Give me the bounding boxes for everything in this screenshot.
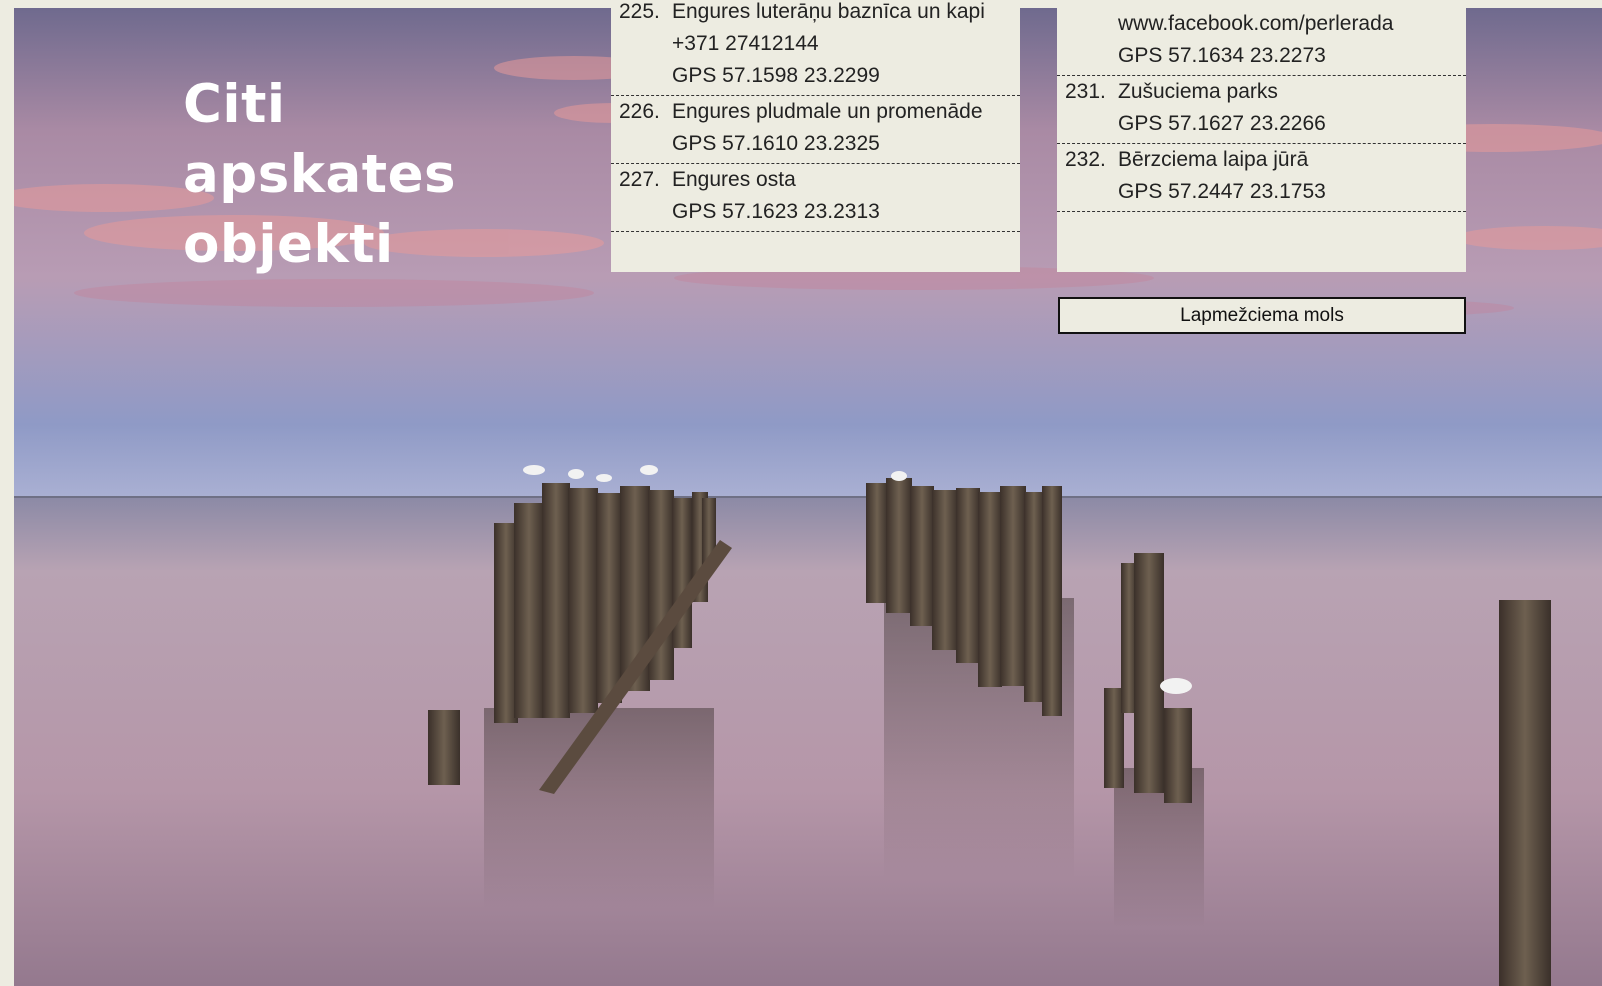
list-item: 232. Bērzciema laipa jūrā GPS 57.2447 23… [1057,144,1466,212]
item-gps: GPS 57.1598 23.2299 [672,64,880,87]
item-phone: +371 27412144 [672,32,819,55]
item-name: Zušuciema parks [1118,80,1278,103]
section-heading-line: apskates [183,144,457,205]
listing-panel-right: www.facebook.com/perlerada GPS 57.1634 2… [1057,8,1466,272]
list-item: 225. Engures luterāņu baznīca un kapi +3… [611,0,1020,96]
item-gps: GPS 57.1634 23.2273 [1118,44,1326,67]
item-number: 225. [619,0,660,23]
list-item: 231. Zušuciema parks GPS 57.1627 23.2266 [1057,76,1466,144]
item-gps: GPS 57.2447 23.1753 [1118,180,1326,203]
list-item: www.facebook.com/perlerada GPS 57.1634 2… [1057,8,1466,76]
item-name: Engures pludmale un promenāde [672,100,983,123]
item-gps: GPS 57.1623 23.2313 [672,200,880,223]
section-heading: Citi apskates objekti [183,70,456,280]
photo-caption: Lapmežciema mols [1058,297,1466,334]
listing-panel-left: 225. Engures luterāņu baznīca un kapi +3… [611,0,1020,272]
item-name: Engures osta [672,168,796,191]
item-gps: GPS 57.1627 23.2266 [1118,112,1326,135]
item-name: Engures luterāņu baznīca un kapi [672,0,985,23]
item-gps: GPS 57.1610 23.2325 [672,132,880,155]
item-number: 226. [619,100,660,123]
item-number: 227. [619,168,660,191]
list-item: 226. Engures pludmale un promenāde GPS 5… [611,96,1020,164]
item-number: 232. [1065,148,1106,171]
section-heading-line: objekti [183,214,394,275]
section-heading-line: Citi [183,74,286,135]
item-name: Bērzciema laipa jūrā [1118,148,1309,171]
list-item: 227. Engures osta GPS 57.1623 23.2313 [611,164,1020,232]
item-website[interactable]: www.facebook.com/perlerada [1057,8,1466,40]
item-number: 231. [1065,80,1106,103]
